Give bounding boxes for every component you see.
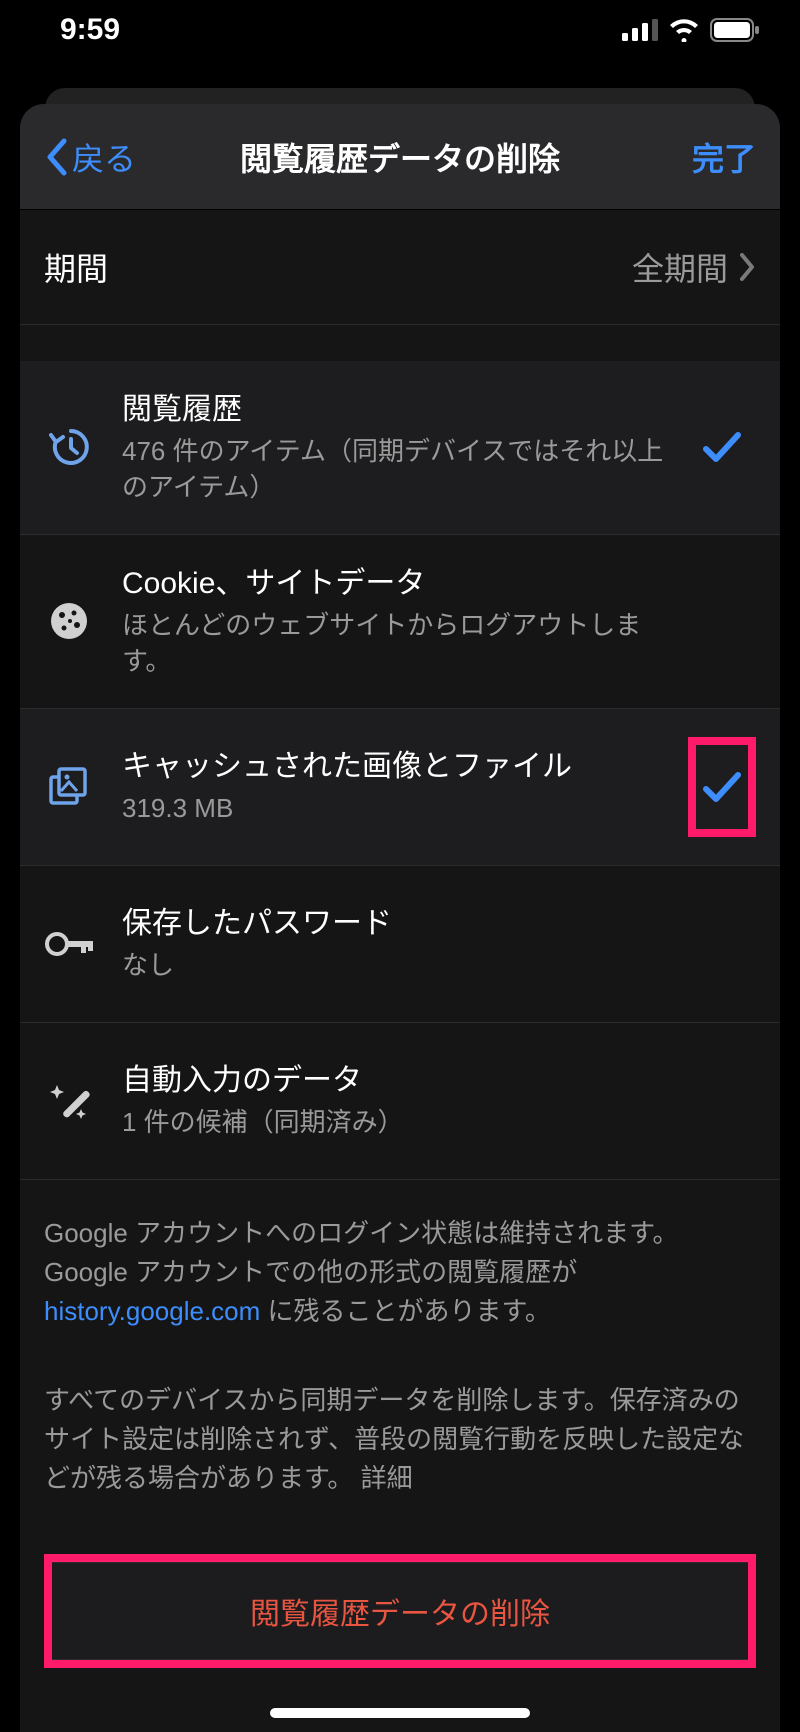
row-autofill[interactable]: 自動入力のデータ 1 件の候補（同期済み） [20,1023,780,1180]
row-subtitle: ほとんどのウェブサイトからログアウトします。 [122,607,688,680]
info-text-1: Google アカウントへのログイン状態は維持されます。Google アカウント… [20,1180,780,1331]
period-value-trail: 全期間 [632,244,756,290]
row-cached-images[interactable]: キャッシュされた画像とファイル 319.3 MB [20,709,780,866]
nav-bar: 戻る 閲覧履歴データの削除 完了 [20,104,780,210]
row-title: キャッシュされた画像とファイル [122,746,688,788]
done-button[interactable]: 完了 [692,134,756,180]
cookie-icon [44,596,94,646]
check-indicator-highlighted [688,737,756,837]
row-title: 保存したパスワード [122,903,688,945]
check-indicator [688,571,756,671]
details-link[interactable]: 詳細 [361,1463,413,1493]
status-time: 9:59 [60,13,120,47]
row-subtitle: 1 件の候補（同期済み） [122,1104,688,1140]
chevron-right-icon [738,252,756,282]
status-bar: 9:59 [0,0,800,60]
period-value: 全期間 [632,244,728,290]
row-title: Cookie、サイトデータ [122,563,688,605]
clear-data-button[interactable]: 閲覧履歴データの削除 [52,1562,748,1660]
check-indicator [688,1051,756,1151]
row-subtitle: 319.3 MB [122,790,688,826]
page-title: 閲覧履歴データの削除 [240,134,560,180]
history-link[interactable]: history.google.com [44,1296,260,1326]
image-icon [44,762,94,812]
home-indicator[interactable] [270,1708,530,1718]
period-row[interactable]: 期間 全期間 [20,210,780,325]
clear-button-highlight: 閲覧履歴データの削除 [44,1554,756,1668]
wifi-icon [668,18,700,42]
row-subtitle: 476 件のアイテム（同期デバイスではそれ以上のアイテム） [122,433,688,506]
row-title: 自動入力のデータ [122,1060,688,1102]
row-subtitle: なし [122,947,688,983]
cellular-icon [622,19,658,41]
row-passwords[interactable]: 保存したパスワード なし [20,866,780,1023]
checkmark-icon [702,769,742,805]
row-browsing-history[interactable]: 閲覧履歴 476 件のアイテム（同期デバイスではそれ以上のアイテム） [20,361,780,535]
info-text-2: すべてのデバイスから同期データを削除します。保存済みのサイト設定は削除されず、普… [20,1331,780,1498]
chevron-left-icon [44,138,70,176]
checkmark-icon [702,429,742,465]
data-type-section: 閲覧履歴 476 件のアイテム（同期デバイスではそれ以上のアイテム） Cooki… [20,361,780,1180]
modal-sheet: 戻る 閲覧履歴データの削除 完了 期間 全期間 閲覧履歴 476 件のアイテム（… [20,104,780,1732]
history-icon [44,422,94,472]
key-icon [44,919,94,969]
back-label: 戻る [72,134,136,180]
check-indicator [688,894,756,994]
row-title: 閲覧履歴 [122,389,688,431]
check-indicator [688,397,756,497]
status-icons [622,18,760,42]
row-cookies[interactable]: Cookie、サイトデータ ほとんどのウェブサイトからログアウトします。 [20,535,780,709]
period-label: 期間 [44,244,108,290]
battery-icon [710,18,760,42]
back-button[interactable]: 戻る [44,134,136,180]
wand-icon [44,1076,94,1126]
